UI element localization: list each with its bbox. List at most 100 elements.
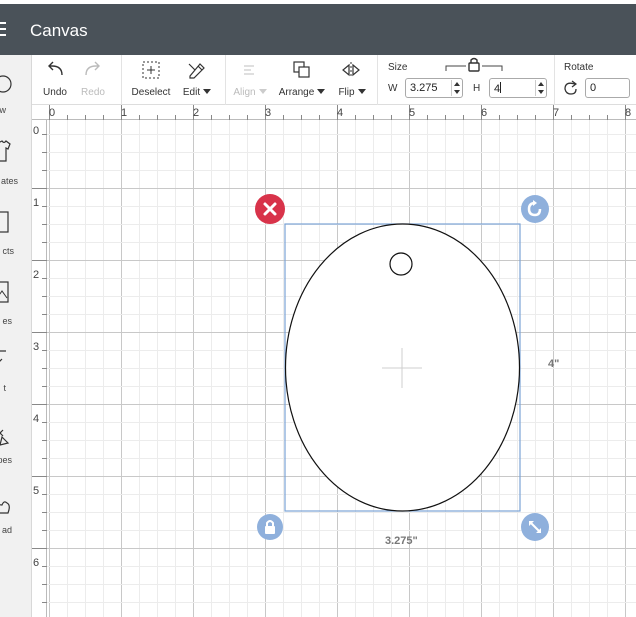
- sidebar-item-label: ad: [1, 525, 12, 535]
- sidebar-item-shapes[interactable]: pes: [0, 427, 32, 487]
- arrange-menu-button[interactable]: Arrange: [276, 55, 328, 105]
- edit-text: Edit: [182, 87, 201, 98]
- arrange-label: Arrange: [276, 87, 328, 98]
- rotate-icon: [564, 80, 577, 95]
- image-icon: [0, 281, 9, 303]
- top-ruler: 0 1 2 3 4 5 6 7 8: [32, 105, 636, 120]
- app-title: Canvas: [30, 21, 88, 40]
- undo-button[interactable]: Undo: [40, 55, 70, 105]
- ruler-label: 1: [121, 107, 128, 119]
- rotate-label: Rotate: [564, 62, 594, 73]
- lock-handle[interactable]: [256, 513, 284, 541]
- ruler-label: 8: [625, 107, 632, 119]
- sidebar-item-images[interactable]: es: [0, 280, 32, 340]
- text-cursor: [500, 82, 502, 93]
- resize-handle[interactable]: [520, 512, 550, 542]
- edit-label: Edit: [178, 87, 216, 98]
- ruler-label: 6: [33, 557, 40, 569]
- size-label: Size: [388, 62, 408, 73]
- chevron-down-icon: [258, 89, 267, 94]
- arrange-text: Arrange: [278, 87, 315, 98]
- width-input[interactable]: 3.275: [405, 78, 463, 98]
- sidebar-item-label: w: [0, 105, 6, 115]
- width-dimension-label: 3.275": [385, 535, 418, 547]
- deselect-button[interactable]: Deselect: [128, 55, 174, 105]
- ruler-label: 5: [33, 485, 40, 497]
- ruler-label: 0: [33, 125, 40, 137]
- deselect-label: Deselect: [131, 87, 171, 98]
- left-sidebar: w ates cts es t pes ad: [0, 55, 32, 617]
- chevron-down-icon: [357, 89, 366, 94]
- ruler-label: 6: [481, 107, 488, 119]
- proportion-lock-icon[interactable]: [442, 56, 506, 74]
- ruler-label: 2: [193, 107, 200, 119]
- delete-handle[interactable]: [254, 193, 286, 225]
- top-bar: Canvas: [0, 4, 636, 55]
- text-icon: [0, 350, 6, 362]
- ruler-label: 4: [337, 107, 344, 119]
- edit-menu-button[interactable]: Edit: [178, 55, 216, 105]
- width-stepper[interactable]: [451, 80, 461, 96]
- projects-icon: [0, 211, 9, 233]
- flip-menu-button[interactable]: Flip: [334, 55, 370, 105]
- sidebar-item-label: ates: [0, 176, 18, 186]
- toolbar-divider: [554, 55, 555, 105]
- chevron-down-icon: [203, 89, 212, 94]
- undo-label: Undo: [43, 87, 67, 98]
- deselect-icon: [142, 61, 160, 79]
- hamburger-menu-icon[interactable]: [0, 22, 6, 36]
- align-text: Align: [233, 87, 256, 98]
- height-label: H: [473, 83, 481, 94]
- ruler-label: 4: [33, 413, 40, 425]
- sidebar-item-text[interactable]: t: [0, 347, 32, 407]
- undo-icon: [48, 61, 63, 76]
- sidebar-item-templates[interactable]: ates: [0, 140, 32, 200]
- upload-icon: [0, 501, 10, 514]
- new-circle-icon: [0, 75, 12, 93]
- toolbar-divider: [121, 55, 122, 105]
- sidebar-item-projects[interactable]: cts: [0, 210, 32, 270]
- ruler-label: 0: [49, 107, 56, 119]
- rotate-value: 0: [590, 82, 597, 94]
- width-value: 3.275: [410, 82, 438, 94]
- width-label: W: [388, 83, 398, 94]
- redo-label: Redo: [81, 87, 105, 98]
- height-input[interactable]: 4: [489, 78, 547, 98]
- flip-label: Flip: [334, 87, 370, 98]
- redo-button[interactable]: Redo: [78, 55, 108, 105]
- ruler-label: 3: [33, 341, 40, 353]
- align-label: Align: [232, 87, 268, 98]
- sidebar-item-label: cts: [2, 246, 14, 256]
- shirt-icon: [0, 140, 11, 162]
- sidebar-item-new[interactable]: w: [0, 73, 32, 133]
- ruler-label: 5: [409, 107, 416, 119]
- ruler-label: 2: [33, 269, 40, 281]
- left-ruler-ticks: [32, 134, 47, 603]
- sidebar-item-label: es: [2, 316, 12, 326]
- sidebar-item-upload[interactable]: ad: [0, 497, 32, 557]
- ruler-label: 1: [33, 197, 40, 209]
- rotate-handle[interactable]: [520, 194, 550, 224]
- ruler-label: 7: [553, 107, 560, 119]
- left-ruler: 0 1 2 3 4 5 6: [32, 120, 47, 617]
- rotate-input[interactable]: 0: [585, 78, 630, 98]
- arrange-icon: [293, 61, 310, 78]
- lock-icon: [265, 526, 275, 534]
- shapes-icon: [0, 429, 10, 446]
- toolbar-divider: [377, 55, 378, 105]
- sidebar-item-label: t: [3, 383, 6, 393]
- flip-icon: [342, 62, 360, 78]
- toolbar-divider: [225, 55, 226, 105]
- hole-circle-shape[interactable]: [389, 252, 413, 276]
- design-canvas[interactable]: 3.275" 4": [47, 120, 636, 617]
- flip-text: Flip: [338, 87, 355, 98]
- edit-toolbar: Undo Redo Deselect Edit Align Arrange Fl…: [32, 55, 636, 105]
- align-icon: [244, 65, 254, 75]
- redo-icon: [85, 61, 100, 76]
- edit-pencil-icon: [188, 63, 205, 79]
- chevron-down-icon: [317, 89, 326, 94]
- sidebar-item-label: pes: [0, 455, 12, 465]
- height-stepper[interactable]: [535, 80, 545, 96]
- align-menu-button[interactable]: Align: [232, 55, 268, 105]
- height-dimension-label: 4": [548, 358, 560, 370]
